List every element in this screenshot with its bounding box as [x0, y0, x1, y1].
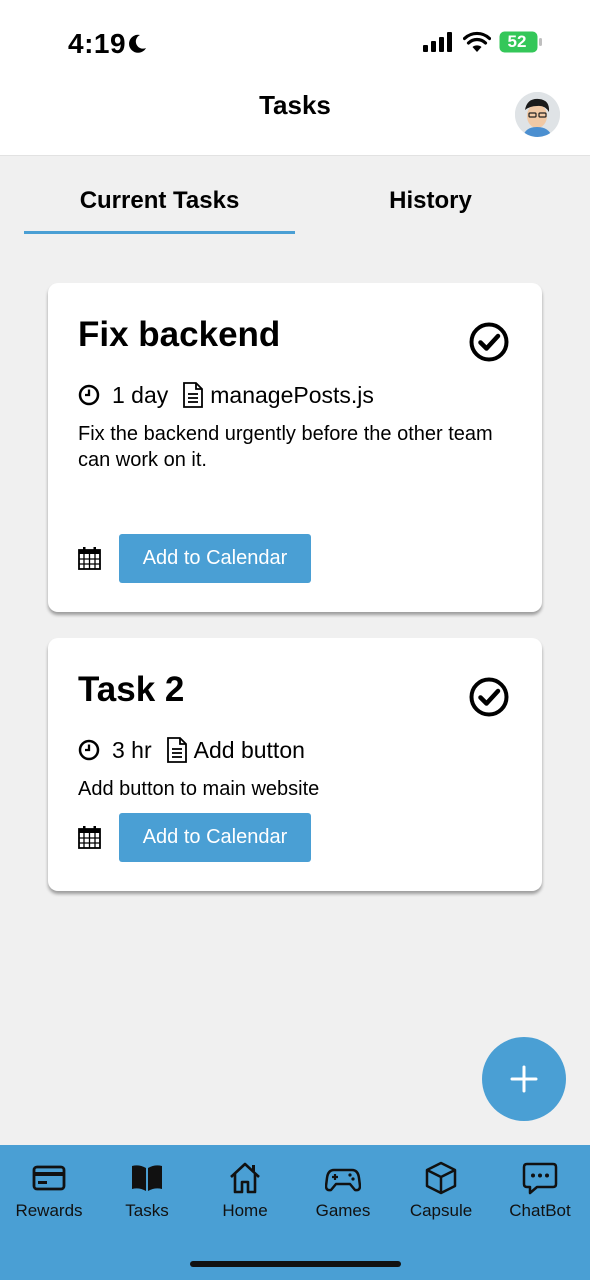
tab-bar: Current Tasks History — [24, 157, 566, 237]
calendar-icon — [78, 547, 101, 570]
nav-item-home[interactable]: Home — [196, 1160, 294, 1221]
task-card[interactable]: Fix backend 1 day managePosts.js Fix the… — [48, 283, 542, 612]
page-title: Tasks — [259, 90, 331, 120]
calendar-icon — [78, 826, 101, 849]
task-duration: 1 day — [112, 381, 169, 408]
add-to-calendar-button[interactable]: Add to Calendar — [119, 813, 311, 862]
task-duration: 3 hr — [112, 736, 152, 763]
status-time: 4:19 — [68, 28, 127, 59]
nav-item-capsule[interactable]: Capsule — [392, 1160, 490, 1221]
nav-label: Capsule — [409, 1201, 473, 1220]
add-to-calendar-button[interactable]: Add to Calendar — [119, 534, 311, 583]
nav-item-tasks[interactable]: Tasks — [98, 1160, 196, 1221]
nav-item-chatbot[interactable]: ChatBot — [491, 1160, 589, 1221]
nav-label: Games — [315, 1201, 371, 1220]
chat-icon — [522, 1162, 558, 1195]
wifi-icon — [463, 31, 491, 52]
book-icon — [132, 1165, 162, 1191]
nav-label: Tasks — [125, 1201, 169, 1220]
bottom-nav: Rewards Tasks Home Games Capsule ChatBot — [0, 1145, 590, 1280]
document-icon — [183, 382, 204, 408]
task-title: Task 2 — [78, 670, 185, 709]
task-card[interactable]: Task 2 3 hr Add button Add button to mai… — [48, 638, 542, 891]
add-task-button[interactable] — [482, 1037, 566, 1121]
home-indicator[interactable] — [190, 1261, 401, 1267]
status-bar: 4:19 52 — [0, 0, 590, 78]
task-meta: 3 hr Add button — [78, 735, 305, 765]
signal-icon — [423, 32, 452, 52]
clock-icon — [78, 384, 100, 406]
clock-icon — [78, 739, 100, 761]
check-circle-icon[interactable] — [468, 676, 510, 718]
document-icon — [166, 737, 187, 763]
task-title: Fix backend — [78, 315, 281, 354]
task-description: Fix the backend urgently before the othe… — [78, 423, 493, 471]
plus-icon — [510, 1065, 538, 1093]
task-file: managePosts.js — [210, 381, 374, 408]
task-file: Add button — [193, 736, 305, 763]
task-description: Add button to main website — [78, 778, 320, 800]
cube-icon — [425, 1161, 457, 1195]
app-header: Tasks — [0, 78, 590, 156]
battery-level: 52 — [507, 32, 527, 51]
task-meta: 1 day managePosts.js — [78, 380, 374, 410]
moon-icon — [129, 34, 146, 53]
nav-label: ChatBot — [509, 1201, 571, 1220]
avatar[interactable] — [515, 92, 560, 137]
nav-label: Rewards — [15, 1201, 83, 1220]
nav-item-rewards[interactable]: Rewards — [0, 1160, 98, 1221]
nav-item-games[interactable]: Games — [294, 1160, 392, 1221]
home-icon — [230, 1162, 260, 1194]
tab-current-tasks[interactable]: Current Tasks — [24, 187, 295, 215]
tab-history[interactable]: History — [295, 187, 566, 215]
user-avatar-icon — [515, 92, 560, 137]
gamepad-icon — [325, 1168, 361, 1192]
card-icon — [32, 1165, 66, 1191]
check-circle-icon[interactable] — [468, 321, 510, 363]
active-tab-indicator — [24, 231, 295, 234]
nav-label: Home — [222, 1201, 268, 1220]
